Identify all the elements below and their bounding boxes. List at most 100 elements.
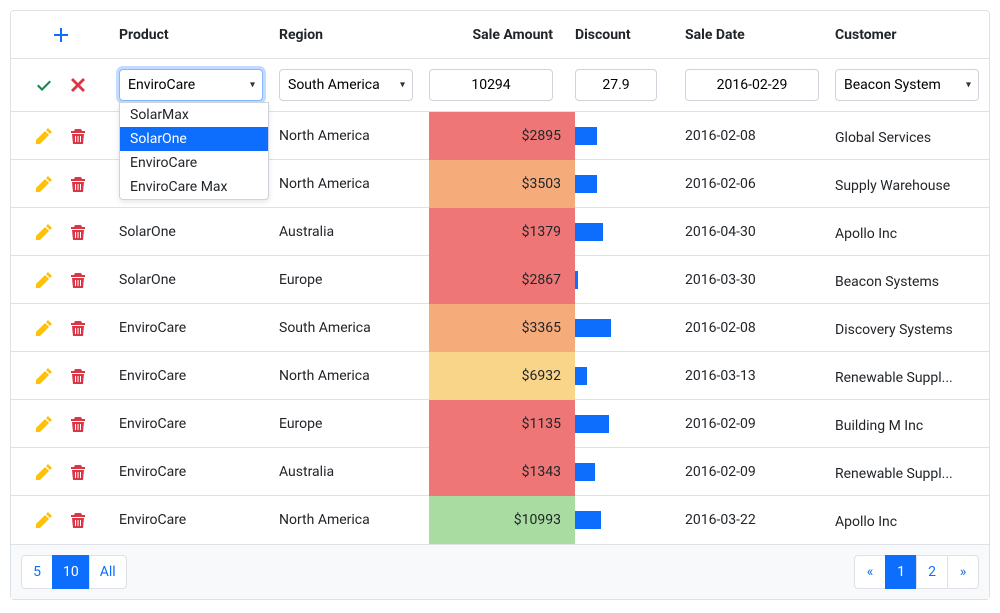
saledate-input[interactable]	[685, 69, 819, 101]
header-amount[interactable]: Sale Amount	[421, 17, 567, 53]
cell-saledate: 2016-02-08	[677, 118, 827, 154]
amount-input[interactable]	[429, 69, 553, 101]
trash-icon	[70, 368, 86, 384]
cell-product: EnviroCare	[111, 454, 271, 490]
table-row: SolarOneEurope$28672016-03-30Beacon Syst…	[11, 256, 989, 304]
cell-customer: Apollo Inc	[827, 212, 987, 252]
product-select[interactable]	[119, 69, 263, 101]
commit-button[interactable]	[35, 76, 53, 94]
cell-amount: $3503	[421, 170, 567, 198]
add-row-button[interactable]	[52, 26, 70, 44]
cell-saledate: 2016-03-22	[677, 502, 827, 538]
discount-bar	[575, 127, 597, 145]
product-option-envirocaremax[interactable]: EnviroCare Max	[120, 175, 268, 199]
delete-button[interactable]	[69, 511, 87, 529]
trash-icon	[70, 464, 86, 480]
product-option-envirocare[interactable]: EnviroCare	[120, 151, 268, 175]
cell-saledate: 2016-03-13	[677, 358, 827, 394]
product-option-solarone[interactable]: SolarOne	[120, 127, 268, 151]
discount-bar	[575, 271, 578, 289]
cell-discount	[567, 405, 677, 443]
trash-icon	[70, 176, 86, 192]
cell-amount: $10993	[421, 506, 567, 534]
cell-discount	[567, 165, 677, 203]
cell-region: North America	[271, 502, 421, 538]
cell-saledate: 2016-04-30	[677, 214, 827, 250]
discount-input[interactable]	[575, 69, 657, 101]
delete-button[interactable]	[69, 415, 87, 433]
cell-saledate: 2016-02-09	[677, 454, 827, 490]
edit-button[interactable]	[35, 511, 53, 529]
discount-bar	[575, 319, 611, 337]
edit-button[interactable]	[35, 127, 53, 145]
cell-region: South America	[271, 310, 421, 346]
cell-region: North America	[271, 358, 421, 394]
pencil-icon	[36, 176, 52, 192]
cell-amount: $6932	[421, 362, 567, 390]
header-region[interactable]: Region	[271, 17, 421, 53]
product-dropdown: SolarMax SolarOne EnviroCare EnviroCare …	[119, 102, 269, 200]
cell-amount: $2895	[421, 122, 567, 150]
cell-saledate: 2016-03-30	[677, 262, 827, 298]
page-size-5[interactable]: 5	[21, 555, 53, 589]
header-customer[interactable]: Customer	[827, 17, 987, 53]
page-next[interactable]: »	[947, 555, 979, 589]
header-discount[interactable]: Discount	[567, 17, 677, 53]
delete-button[interactable]	[69, 223, 87, 241]
cancel-button[interactable]	[69, 76, 87, 94]
edit-button[interactable]	[35, 415, 53, 433]
edit-button[interactable]	[35, 271, 53, 289]
page-prev[interactable]: «	[854, 555, 886, 589]
page-1[interactable]: 1	[885, 555, 917, 589]
product-option-solarmax[interactable]: SolarMax	[120, 103, 268, 127]
pagination-group: « 1 2 »	[854, 555, 979, 589]
cell-discount	[567, 501, 677, 539]
cell-region: North America	[271, 166, 421, 202]
delete-button[interactable]	[69, 463, 87, 481]
cell-customer: Beacon Systems	[827, 260, 987, 300]
delete-button[interactable]	[69, 367, 87, 385]
page-2[interactable]: 2	[916, 555, 948, 589]
cell-discount	[567, 453, 677, 491]
table-row: EnviroCareSouth America$33652016-02-08Di…	[11, 304, 989, 352]
table-row: SolarOneAustralia$13792016-04-30Apollo I…	[11, 208, 989, 256]
page-size-10[interactable]: 10	[52, 555, 90, 589]
header-product[interactable]: Product	[111, 17, 271, 53]
trash-icon	[70, 416, 86, 432]
cell-customer: Supply Warehouse	[827, 164, 987, 204]
customer-select[interactable]	[835, 69, 979, 101]
cell-customer: Building M Inc	[827, 404, 987, 444]
trash-icon	[70, 320, 86, 336]
cell-amount: $1343	[421, 458, 567, 486]
delete-button[interactable]	[69, 175, 87, 193]
cell-product: EnviroCare	[111, 502, 271, 538]
edit-button[interactable]	[35, 463, 53, 481]
edit-button[interactable]	[35, 175, 53, 193]
edit-button[interactable]	[35, 223, 53, 241]
table-row: EnviroCareNorth America$109932016-03-22A…	[11, 496, 989, 544]
edit-button[interactable]	[35, 367, 53, 385]
cell-customer: Discovery Systems	[827, 308, 987, 348]
cell-amount: $2867	[421, 266, 567, 294]
cell-product: SolarOne	[111, 214, 271, 250]
x-icon	[70, 77, 86, 93]
pencil-icon	[36, 320, 52, 336]
pencil-icon	[36, 464, 52, 480]
table-row: EnviroCareEurope$11352016-02-09Building …	[11, 400, 989, 448]
edit-row: SolarMax SolarOne EnviroCare EnviroCare …	[11, 59, 989, 112]
cell-discount	[567, 117, 677, 155]
page-size-all[interactable]: All	[89, 555, 127, 589]
delete-button[interactable]	[69, 319, 87, 337]
edit-button[interactable]	[35, 319, 53, 337]
cell-product: EnviroCare	[111, 310, 271, 346]
delete-button[interactable]	[69, 127, 87, 145]
cell-product: EnviroCare	[111, 358, 271, 394]
cell-saledate: 2016-02-06	[677, 166, 827, 202]
header-actions	[11, 16, 111, 54]
plus-icon	[53, 27, 69, 43]
delete-button[interactable]	[69, 271, 87, 289]
grid-header-row: Product Region Sale Amount Discount Sale…	[11, 11, 989, 59]
region-select[interactable]	[279, 69, 413, 101]
header-saledate[interactable]: Sale Date	[677, 17, 827, 53]
trash-icon	[70, 512, 86, 528]
